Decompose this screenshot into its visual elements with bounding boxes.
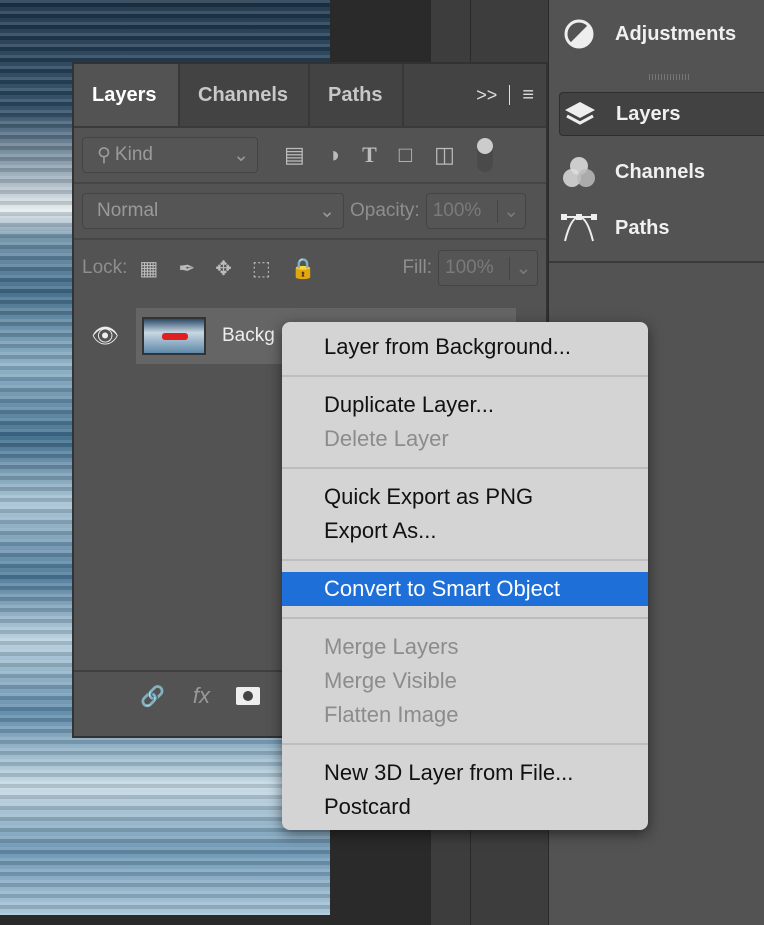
lock-artboard-icon[interactable]: ⬚ (252, 256, 271, 281)
search-icon: ⚲ (97, 144, 111, 166)
opacity-label: Opacity: (350, 200, 420, 221)
paths-icon (559, 211, 599, 245)
menu-separator (282, 375, 648, 377)
dock-item-adjustments[interactable]: Adjustments (559, 12, 764, 56)
menu-item-flatten-image: Flatten Image (324, 702, 459, 727)
menu-item-duplicate-layer[interactable]: Duplicate Layer... (282, 388, 648, 422)
menu-item-merge-layers: Merge Layers (324, 634, 459, 659)
dock-grip[interactable] (649, 74, 689, 80)
chevron-down-icon: ⌄ (319, 200, 335, 222)
panel-tabs: Layers Channels Paths >> ≡ (74, 64, 546, 128)
layer-name[interactable]: Backg (222, 325, 275, 347)
menu-item-postcard[interactable]: Postcard (282, 790, 648, 824)
menu-item-delete-layer: Delete Layer (324, 426, 449, 451)
menu-item-convert-to-smart-object[interactable]: Convert to Smart Object (282, 572, 648, 606)
adjustments-icon (559, 18, 599, 50)
filter-row: ⚲ Kind ⌄ ▤ ◑ T □ ◫ (74, 128, 546, 184)
channels-icon (559, 155, 599, 189)
tab-layers[interactable]: Layers (74, 64, 180, 126)
layer-thumbnail (142, 317, 206, 355)
tab-channels[interactable]: Channels (180, 64, 310, 126)
menu-separator (282, 617, 648, 619)
menu-item-quick-export-as-png[interactable]: Quick Export as PNG (282, 480, 648, 514)
dock-item-layers[interactable]: Layers (559, 92, 764, 136)
divider (549, 261, 764, 263)
lock-transparent-icon[interactable]: ▦ (139, 256, 158, 281)
blend-row: Normal ⌄ Opacity: 100% ⌄ (74, 184, 546, 240)
type-layer-filter-icon[interactable]: T (362, 142, 377, 168)
opacity-input[interactable]: 100% ⌄ (425, 193, 526, 229)
menu-separator (282, 467, 648, 469)
fill-label: Fill: (402, 257, 432, 278)
divider (509, 85, 511, 105)
lock-label: Lock: (82, 257, 128, 278)
menu-separator (282, 743, 648, 745)
layers-icon (560, 98, 600, 130)
panel-menu-icon[interactable]: ≡ (522, 84, 534, 107)
tab-paths[interactable]: Paths (310, 64, 404, 126)
chevron-down-icon: ⌄ (233, 144, 249, 166)
blend-mode-select[interactable]: Normal ⌄ (82, 193, 344, 229)
context-menu: Layer from Background... Duplicate Layer.… (282, 322, 648, 830)
chevron-down-icon[interactable]: ⌄ (509, 256, 537, 280)
lock-all-icon[interactable]: 🔒 (291, 256, 316, 281)
menu-item-export-as[interactable]: Export As... (282, 514, 648, 548)
lock-move-icon[interactable]: ✥ (215, 256, 232, 281)
link-layers-icon[interactable]: 🔗 (140, 684, 165, 709)
filter-toggle[interactable] (476, 138, 493, 172)
menu-item-merge-visible: Merge Visible (324, 668, 457, 693)
visibility-eye-icon[interactable]: 👁 (74, 323, 136, 349)
shape-layer-filter-icon[interactable]: □ (399, 142, 412, 168)
menu-item-layer-from-background[interactable]: Layer from Background... (282, 330, 648, 364)
dock-item-paths[interactable]: Paths (559, 206, 764, 250)
lock-row: Lock: ▦ ✒ ✥ ⬚ 🔒 Fill: 100% ⌄ (74, 240, 546, 296)
dock-item-channels[interactable]: Channels (559, 150, 764, 194)
fx-button[interactable]: fx (193, 683, 210, 709)
pixel-layer-filter-icon[interactable]: ▤ (284, 142, 305, 168)
chevron-down-icon[interactable]: ⌄ (496, 199, 525, 223)
fill-input[interactable]: 100% ⌄ (438, 250, 538, 286)
adjustment-layer-filter-icon[interactable]: ◑ (327, 142, 340, 168)
menu-separator (282, 559, 648, 561)
filter-kind-select[interactable]: ⚲ Kind ⌄ (82, 137, 258, 173)
smart-object-filter-icon[interactable]: ◫ (434, 142, 455, 168)
lock-paint-brush-icon[interactable]: ✒ (178, 256, 195, 281)
expand-chevrons-icon[interactable]: >> (476, 85, 497, 106)
menu-item-new-3d-layer-from-file[interactable]: New 3D Layer from File... (282, 756, 648, 790)
add-mask-icon[interactable] (236, 687, 261, 705)
